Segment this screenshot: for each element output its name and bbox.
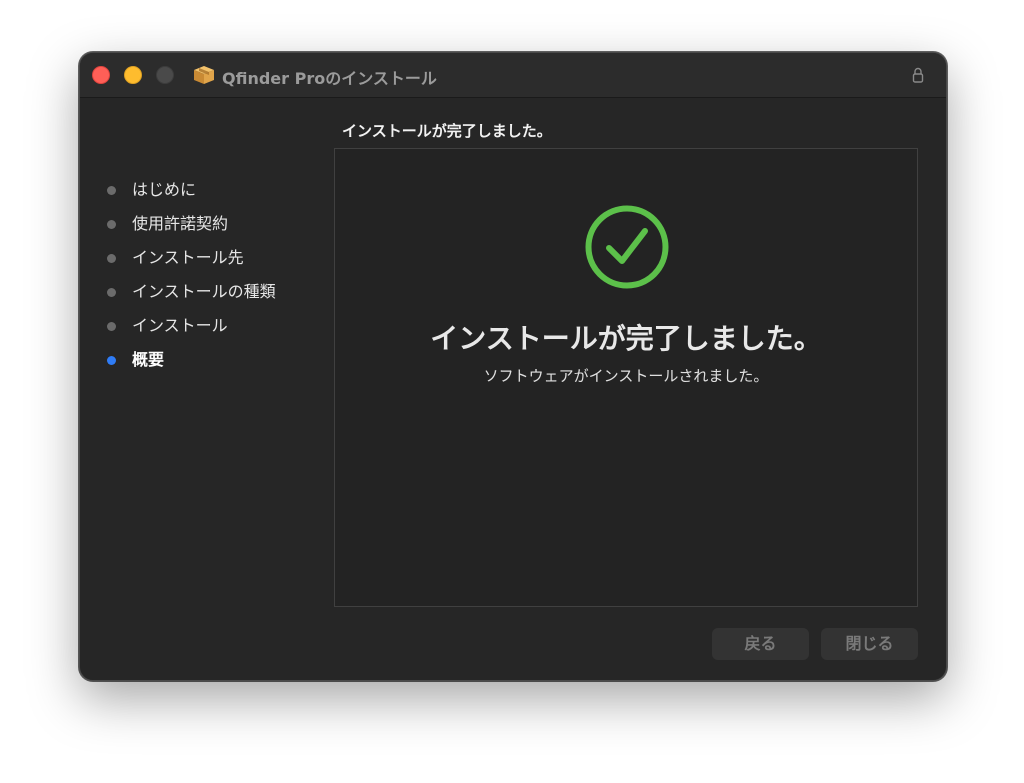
section-header: インストールが完了しました。 xyxy=(342,122,552,140)
checkmark-circle-icon xyxy=(585,205,669,289)
close-button[interactable]: 閉じる xyxy=(821,628,918,660)
steps-sidebar: はじめに 使用許諾契約 インストール先 インストールの種類 インストール 概要 xyxy=(105,178,325,382)
step-label: インストールの種類 xyxy=(132,282,276,301)
step-label: はじめに xyxy=(132,180,197,199)
title-bar[interactable]: Qfinder Proのインストール xyxy=(80,53,946,98)
content-panel: インストールが完了しました。 ソフトウェアがインストールされました。 xyxy=(334,148,918,607)
step-label: インストール xyxy=(132,316,228,335)
step-license: 使用許諾契約 xyxy=(105,212,325,246)
step-summary: 概要 xyxy=(105,348,325,382)
step-indicator xyxy=(107,288,116,297)
step-indicator xyxy=(107,186,116,195)
minimize-window-button[interactable] xyxy=(124,66,142,84)
step-introduction: はじめに xyxy=(105,178,325,212)
step-installation: インストール xyxy=(105,314,325,348)
window-title: Qfinder Proのインストール xyxy=(222,69,437,88)
close-window-button[interactable] xyxy=(92,66,110,84)
step-indicator xyxy=(107,254,116,263)
lock-icon xyxy=(912,67,924,83)
completion-message: ソフトウェアがインストールされました。 xyxy=(483,367,769,385)
step-indicator xyxy=(107,322,116,331)
step-install-type: インストールの種類 xyxy=(105,280,325,314)
step-label: 概要 xyxy=(132,350,165,369)
package-icon xyxy=(194,66,214,84)
installer-window: Qfinder Proのインストール はじめに 使用許諾契約 インストール先 イ… xyxy=(79,52,947,681)
completion-title: インストールが完了しました。 xyxy=(430,322,822,355)
step-indicator-active xyxy=(107,356,116,365)
step-label: インストール先 xyxy=(132,248,244,267)
step-indicator xyxy=(107,220,116,229)
step-destination: インストール先 xyxy=(105,246,325,280)
back-button[interactable]: 戻る xyxy=(712,628,809,660)
step-label: 使用許諾契約 xyxy=(132,214,229,233)
zoom-window-button[interactable] xyxy=(156,66,174,84)
